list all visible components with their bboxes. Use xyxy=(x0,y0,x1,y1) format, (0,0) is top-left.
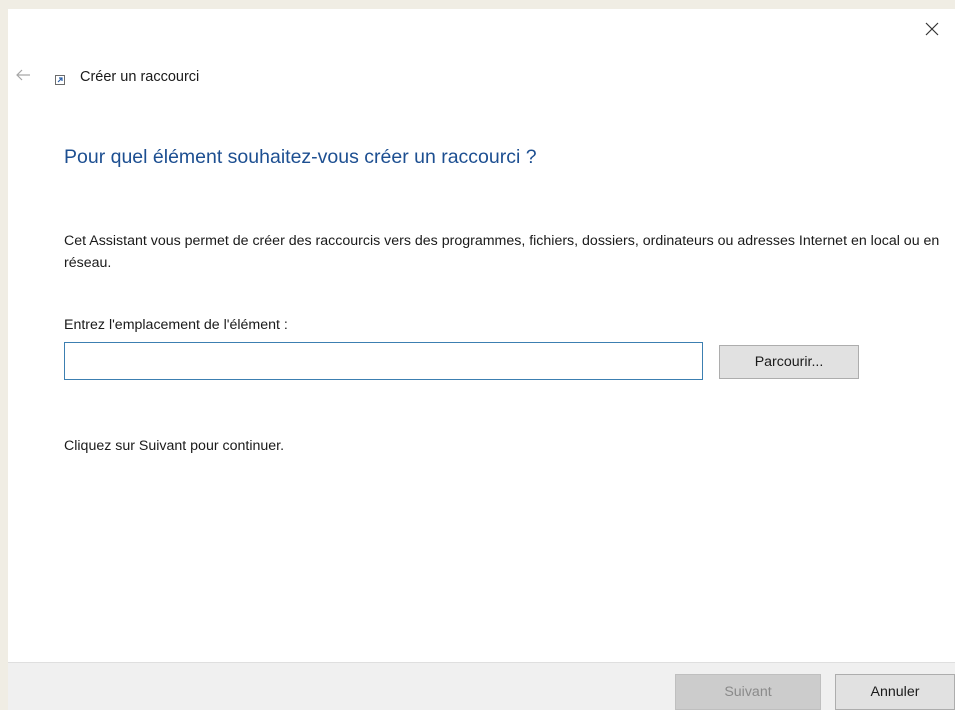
create-shortcut-dialog: Créer un raccourci Pour quel élément sou… xyxy=(8,9,955,710)
description-text: Cet Assistant vous permet de créer des r… xyxy=(64,233,940,271)
dialog-title: Créer un raccourci xyxy=(80,69,200,85)
cancel-button[interactable]: Annuler xyxy=(835,674,955,710)
dialog-footer: Suivant Annuler xyxy=(8,662,955,710)
dialog-titlebar: Créer un raccourci xyxy=(8,63,608,91)
close-button[interactable] xyxy=(909,9,955,53)
back-button[interactable] xyxy=(8,63,38,91)
location-input[interactable] xyxy=(64,342,703,380)
next-button[interactable]: Suivant xyxy=(675,674,821,710)
location-label: Entrez l'emplacement de l'élément : xyxy=(64,317,288,333)
page-heading: Pour quel élément souhaitez-vous créer u… xyxy=(64,146,537,168)
continue-hint: Cliquez sur Suivant pour continuer. xyxy=(64,438,285,454)
arrow-left-icon xyxy=(15,68,31,86)
shortcut-icon xyxy=(52,72,68,88)
browse-button[interactable]: Parcourir... xyxy=(719,345,859,379)
close-icon xyxy=(924,21,940,42)
